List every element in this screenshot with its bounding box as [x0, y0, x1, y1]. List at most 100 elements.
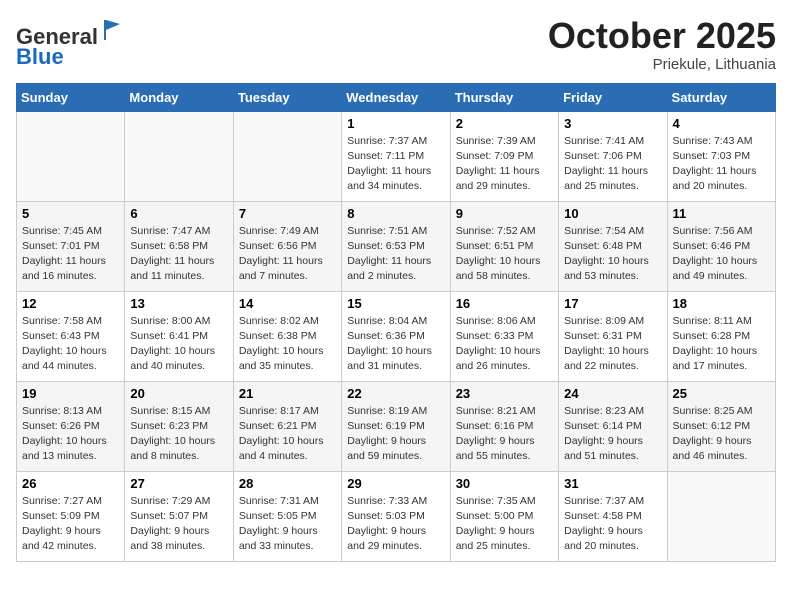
day-number: 13 — [130, 296, 227, 311]
day-info: Sunrise: 7:43 AM Sunset: 7:03 PM Dayligh… — [673, 134, 770, 195]
day-number: 28 — [239, 476, 336, 491]
logo: General Blue — [16, 16, 128, 69]
day-number: 18 — [673, 296, 770, 311]
week-row-3: 12Sunrise: 7:58 AM Sunset: 6:43 PM Dayli… — [17, 291, 776, 381]
title-area: October 2025 Priekule, Lithuania — [548, 16, 776, 73]
weekday-header-monday: Monday — [125, 83, 233, 111]
day-cell: 11Sunrise: 7:56 AM Sunset: 6:46 PM Dayli… — [667, 201, 775, 291]
day-cell: 1 Sunrise: 7:37 AM Sunset: 7:11 PM Daylig… — [342, 111, 450, 201]
day-info: Sunrise: 8:04 AM Sunset: 6:36 PM Dayligh… — [347, 314, 444, 375]
day-number: 20 — [130, 386, 227, 401]
day-cell: 5 Sunrise: 7:45 AM Sunset: 7:01 PM Daylig… — [17, 201, 125, 291]
day-number: 29 — [347, 476, 444, 491]
day-cell: 15 Sunrise: 8:04 AM Sunset: 6:36 PM Dayli… — [342, 291, 450, 381]
day-cell — [667, 471, 775, 561]
day-info: Sunrise: 8:11 AM Sunset: 6:28 PM Dayligh… — [673, 314, 770, 375]
day-number: 15 — [347, 296, 444, 311]
day-info: Sunrise: 7:35 AM Sunset: 5:00 PM Dayligh… — [456, 494, 553, 555]
day-number: 31 — [564, 476, 661, 491]
day-info: Sunrise: 8:15 AM Sunset: 6:23 PM Dayligh… — [130, 404, 227, 465]
day-info: Sunrise: 7:29 AM Sunset: 5:07 PM Dayligh… — [130, 494, 227, 555]
day-number: 1 — [347, 116, 444, 131]
weekday-header-wednesday: Wednesday — [342, 83, 450, 111]
day-number: 17 — [564, 296, 661, 311]
weekday-header-saturday: Saturday — [667, 83, 775, 111]
day-cell — [233, 111, 341, 201]
day-number: 14 — [239, 296, 336, 311]
weekday-header-friday: Friday — [559, 83, 667, 111]
week-row-2: 5 Sunrise: 7:45 AM Sunset: 7:01 PM Daylig… — [17, 201, 776, 291]
day-cell — [125, 111, 233, 201]
day-info: Sunrise: 7:31 AM Sunset: 5:05 PM Dayligh… — [239, 494, 336, 555]
day-number: 9 — [456, 206, 553, 221]
day-cell: 2 Sunrise: 7:39 AM Sunset: 7:09 PM Daylig… — [450, 111, 558, 201]
day-cell: 22 Sunrise: 8:19 AM Sunset: 6:19 PM Dayli… — [342, 381, 450, 471]
day-number: 10 — [564, 206, 661, 221]
day-number: 27 — [130, 476, 227, 491]
day-cell: 4 Sunrise: 7:43 AM Sunset: 7:03 PM Daylig… — [667, 111, 775, 201]
day-cell: 19 Sunrise: 8:13 AM Sunset: 6:26 PM Dayli… — [17, 381, 125, 471]
day-info: Sunrise: 8:19 AM Sunset: 6:19 PM Dayligh… — [347, 404, 444, 465]
day-cell — [17, 111, 125, 201]
day-cell: 10Sunrise: 7:54 AM Sunset: 6:48 PM Dayli… — [559, 201, 667, 291]
day-info: Sunrise: 7:33 AM Sunset: 5:03 PM Dayligh… — [347, 494, 444, 555]
day-number: 16 — [456, 296, 553, 311]
day-number: 8 — [347, 206, 444, 221]
day-info: Sunrise: 7:37 AM Sunset: 4:58 PM Dayligh… — [564, 494, 661, 555]
day-info: Sunrise: 7:58 AM Sunset: 6:43 PM Dayligh… — [22, 314, 119, 375]
location-subtitle: Priekule, Lithuania — [548, 56, 776, 73]
weekday-header-thursday: Thursday — [450, 83, 558, 111]
day-info: Sunrise: 8:06 AM Sunset: 6:33 PM Dayligh… — [456, 314, 553, 375]
day-number: 22 — [347, 386, 444, 401]
day-number: 24 — [564, 386, 661, 401]
day-info: Sunrise: 8:13 AM Sunset: 6:26 PM Dayligh… — [22, 404, 119, 465]
day-info: Sunrise: 8:02 AM Sunset: 6:38 PM Dayligh… — [239, 314, 336, 375]
day-info: Sunrise: 8:21 AM Sunset: 6:16 PM Dayligh… — [456, 404, 553, 465]
day-info: Sunrise: 8:25 AM Sunset: 6:12 PM Dayligh… — [673, 404, 770, 465]
day-cell: 27 Sunrise: 7:29 AM Sunset: 5:07 PM Dayli… — [125, 471, 233, 561]
weekday-header-row: SundayMondayTuesdayWednesdayThursdayFrid… — [17, 83, 776, 111]
day-info: Sunrise: 7:45 AM Sunset: 7:01 PM Dayligh… — [22, 224, 119, 285]
logo-blue: Blue — [16, 44, 64, 69]
day-cell: 31 Sunrise: 7:37 AM Sunset: 4:58 PM Dayli… — [559, 471, 667, 561]
day-number: 25 — [673, 386, 770, 401]
logo-flag-icon — [100, 16, 128, 44]
day-number: 21 — [239, 386, 336, 401]
page-header: General Blue October 2025 Priekule, Lith… — [16, 16, 776, 73]
day-info: Sunrise: 7:37 AM Sunset: 7:11 PM Dayligh… — [347, 134, 444, 195]
day-cell: 20 Sunrise: 8:15 AM Sunset: 6:23 PM Dayli… — [125, 381, 233, 471]
day-cell: 16 Sunrise: 8:06 AM Sunset: 6:33 PM Dayli… — [450, 291, 558, 381]
day-info: Sunrise: 7:51 AM Sunset: 6:53 PM Dayligh… — [347, 224, 444, 285]
day-cell: 29 Sunrise: 7:33 AM Sunset: 5:03 PM Dayli… — [342, 471, 450, 561]
day-info: Sunrise: 7:49 AM Sunset: 6:56 PM Dayligh… — [239, 224, 336, 285]
day-number: 6 — [130, 206, 227, 221]
month-title: October 2025 — [548, 16, 776, 56]
day-cell: 23 Sunrise: 8:21 AM Sunset: 6:16 PM Dayli… — [450, 381, 558, 471]
day-cell: 24Sunrise: 8:23 AM Sunset: 6:14 PM Dayli… — [559, 381, 667, 471]
day-info: Sunrise: 7:39 AM Sunset: 7:09 PM Dayligh… — [456, 134, 553, 195]
day-cell: 6Sunrise: 7:47 AM Sunset: 6:58 PM Daylig… — [125, 201, 233, 291]
day-number: 3 — [564, 116, 661, 131]
day-cell: 3Sunrise: 7:41 AM Sunset: 7:06 PM Daylig… — [559, 111, 667, 201]
day-info: Sunrise: 7:56 AM Sunset: 6:46 PM Dayligh… — [673, 224, 770, 285]
day-info: Sunrise: 8:09 AM Sunset: 6:31 PM Dayligh… — [564, 314, 661, 375]
day-number: 19 — [22, 386, 119, 401]
week-row-4: 19 Sunrise: 8:13 AM Sunset: 6:26 PM Dayli… — [17, 381, 776, 471]
day-number: 2 — [456, 116, 553, 131]
day-cell: 14 Sunrise: 8:02 AM Sunset: 6:38 PM Dayli… — [233, 291, 341, 381]
day-cell: 7 Sunrise: 7:49 AM Sunset: 6:56 PM Daylig… — [233, 201, 341, 291]
day-number: 26 — [22, 476, 119, 491]
day-number: 7 — [239, 206, 336, 221]
day-cell: 28 Sunrise: 7:31 AM Sunset: 5:05 PM Dayli… — [233, 471, 341, 561]
day-number: 4 — [673, 116, 770, 131]
day-number: 23 — [456, 386, 553, 401]
day-number: 5 — [22, 206, 119, 221]
day-cell: 25 Sunrise: 8:25 AM Sunset: 6:12 PM Dayli… — [667, 381, 775, 471]
day-cell: 18 Sunrise: 8:11 AM Sunset: 6:28 PM Dayli… — [667, 291, 775, 381]
day-cell: 12Sunrise: 7:58 AM Sunset: 6:43 PM Dayli… — [17, 291, 125, 381]
day-cell: 26 Sunrise: 7:27 AM Sunset: 5:09 PM Dayli… — [17, 471, 125, 561]
day-info: Sunrise: 7:27 AM Sunset: 5:09 PM Dayligh… — [22, 494, 119, 555]
day-info: Sunrise: 8:00 AM Sunset: 6:41 PM Dayligh… — [130, 314, 227, 375]
week-row-5: 26 Sunrise: 7:27 AM Sunset: 5:09 PM Dayli… — [17, 471, 776, 561]
day-cell: 9Sunrise: 7:52 AM Sunset: 6:51 PM Daylig… — [450, 201, 558, 291]
